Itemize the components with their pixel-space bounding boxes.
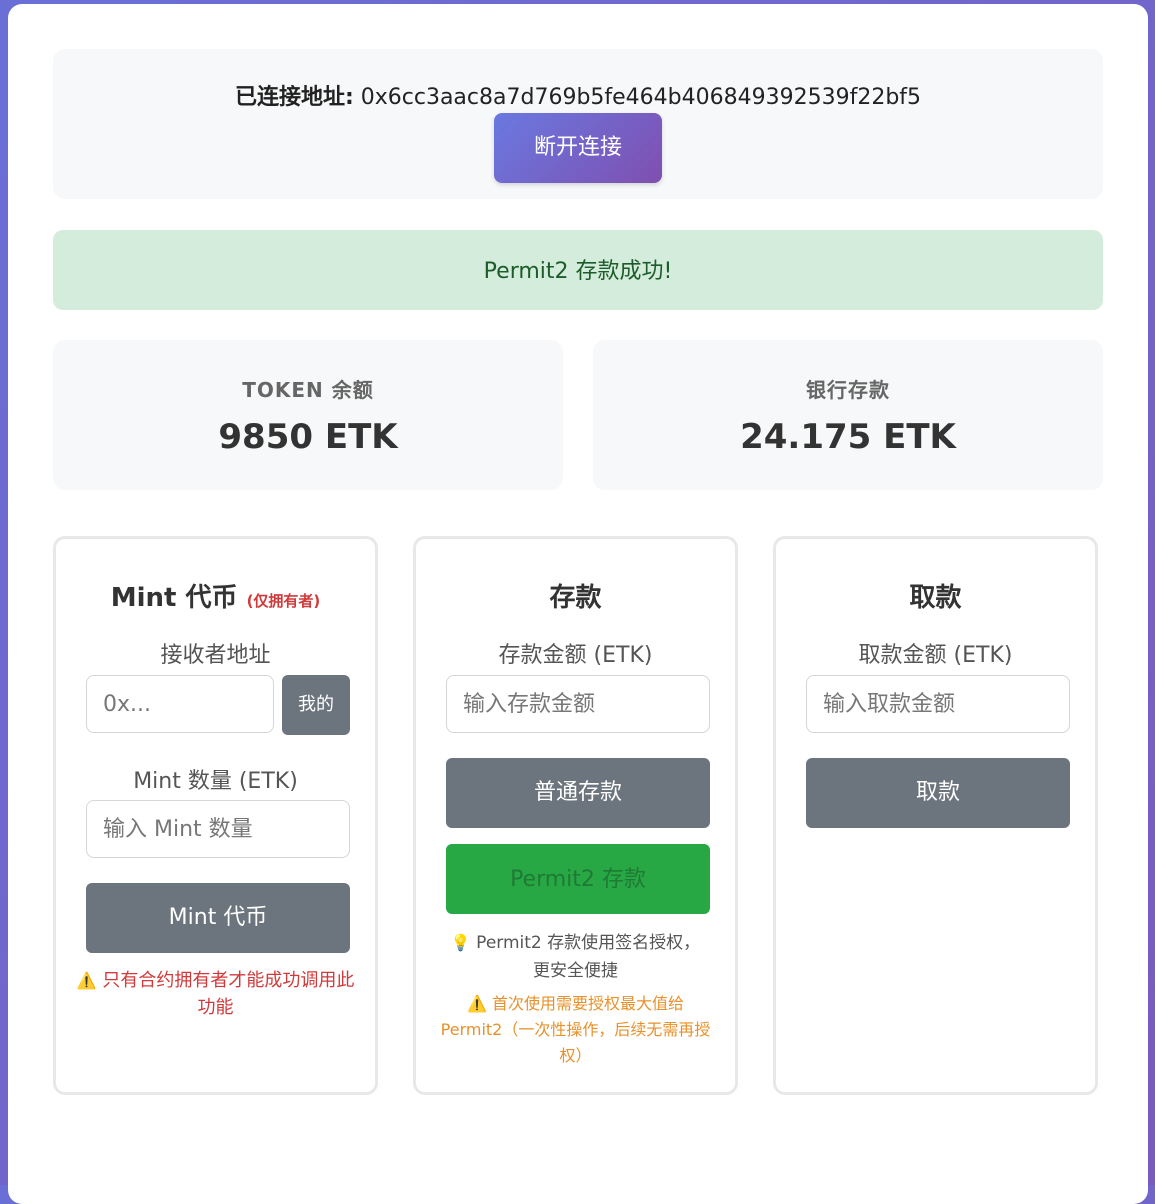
withdraw-amount-input[interactable]: 输入取款金额: [806, 675, 1070, 733]
warning-icon: ⚠️: [466, 994, 487, 1013]
mint-title: Mint 代币 (仅拥有者): [56, 577, 375, 614]
connected-address: 0x6cc3aac8a7d769b5fe464b406849392539f22b…: [360, 85, 922, 110]
token-balance-value: 9850 ETK: [218, 417, 398, 457]
permit2-deposit-button[interactable]: Permit2 存款: [446, 844, 710, 914]
bank-deposit-card: 银行存款 24.175 ETK: [593, 340, 1103, 490]
mint-amount-input[interactable]: 输入 Mint 数量: [86, 800, 350, 858]
warning-icon: ⚠️: [76, 971, 97, 990]
mint-title-text: Mint 代币: [110, 583, 238, 613]
mint-warning: ⚠️ 只有合约拥有者才能成功调用此功能: [76, 967, 355, 1021]
use-my-address-button[interactable]: 我的: [282, 675, 350, 735]
deposit-amount-label: 存款金额 (ETK): [498, 643, 653, 668]
withdraw-button[interactable]: 取款: [806, 758, 1070, 828]
permit2-tip: 💡 Permit2 存款使用签名授权，更安全便捷: [446, 929, 705, 985]
deposit-title: 存款: [549, 583, 602, 613]
recipient-input[interactable]: 0x...: [86, 675, 274, 733]
mint-button[interactable]: Mint 代币: [86, 883, 350, 953]
token-balance-card: TOKEN 余额 9850 ETK: [53, 340, 563, 490]
success-message: Permit2 存款成功!: [53, 230, 1103, 310]
token-balance-title: TOKEN 余额: [242, 378, 374, 402]
connection-card: 已连接地址: 0x6cc3aac8a7d769b5fe464b406849392…: [53, 49, 1103, 199]
disconnect-button[interactable]: 断开连接: [494, 113, 662, 183]
normal-deposit-button[interactable]: 普通存款: [446, 758, 710, 828]
connection-info: 已连接地址: 0x6cc3aac8a7d769b5fe464b406849392…: [53, 79, 1103, 111]
main-container: 已连接地址: 0x6cc3aac8a7d769b5fe464b406849392…: [8, 4, 1148, 1204]
recipient-label: 接收者地址: [160, 643, 271, 668]
lightbulb-icon: 💡: [450, 933, 471, 952]
withdraw-amount-label: 取款金额 (ETK): [858, 643, 1013, 668]
withdraw-title: 取款: [909, 583, 962, 613]
permit2-warning: ⚠️ 首次使用需要授权最大值给 Permit2（一次性操作，后续无需再授权）: [440, 991, 711, 1069]
mint-panel: Mint 代币 (仅拥有者) 接收者地址 0x... 我的 Mint 数量 (E…: [53, 536, 378, 1095]
mint-amount-label: Mint 数量 (ETK): [133, 769, 298, 794]
deposit-panel: 存款 存款金额 (ETK) 输入存款金额 普通存款 Permit2 存款 💡 P…: [413, 536, 738, 1095]
deposit-amount-input[interactable]: 输入存款金额: [446, 675, 710, 733]
bank-deposit-value: 24.175 ETK: [740, 417, 956, 457]
bank-deposit-title: 银行存款: [806, 378, 890, 402]
withdraw-panel: 取款 取款金额 (ETK) 输入取款金额 取款: [773, 536, 1098, 1095]
permit2-tip-text: Permit2 存款使用签名授权，更安全便捷: [476, 933, 701, 981]
owner-only-tag: (仅拥有者): [246, 592, 321, 610]
mint-warning-text: 只有合约拥有者才能成功调用此功能: [102, 970, 355, 1018]
connected-address-label: 已连接地址:: [234, 85, 354, 110]
